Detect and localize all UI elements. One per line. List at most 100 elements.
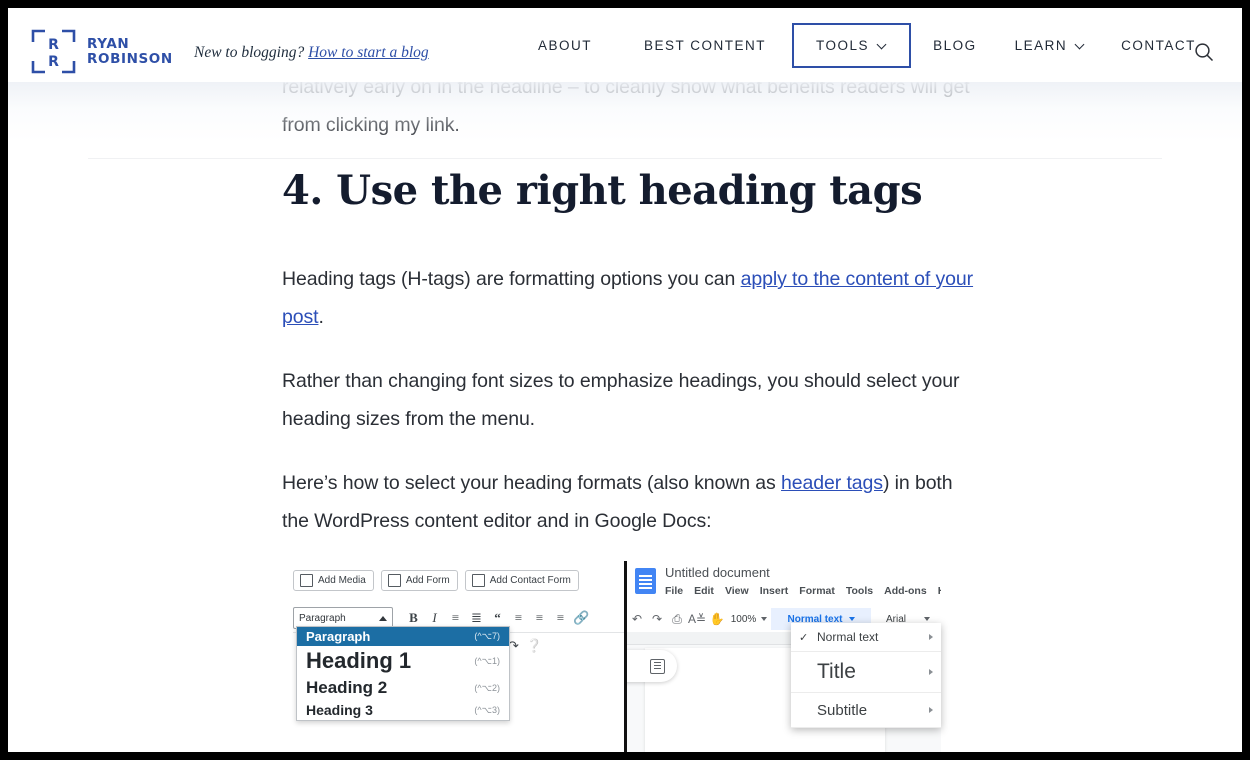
wp-add-contact-form-label: Add Contact Form <box>490 575 571 586</box>
paragraph-1: Heading tags (H-tags) are formatting opt… <box>282 260 982 336</box>
heading-formats-figure: Add Media Add Form Add Contact Form Para… <box>290 561 976 752</box>
align-center-icon[interactable]: ≡ <box>529 610 550 626</box>
wp-dropdown-item-paragraph[interactable]: Paragraph (^⌥7) <box>297 627 509 646</box>
site-header: R R RYAN ROBINSON New to blogging? How t… <box>8 8 1242 82</box>
header-tagline: New to blogging? How to start a blog <box>194 44 429 62</box>
wp-add-contact-form-button[interactable]: Add Contact Form <box>465 570 579 591</box>
wp-dropdown-shortcut: (^⌥2) <box>474 683 500 694</box>
quote-icon[interactable]: “ <box>487 610 508 626</box>
wp-dropdown-item-heading-2[interactable]: Heading 2 (^⌥2) <box>297 676 509 700</box>
submenu-arrow-icon <box>929 707 933 713</box>
gd-menu-edit[interactable]: Edit <box>694 585 714 597</box>
google-docs-icon <box>635 568 656 594</box>
logo-line-2: ROBINSON <box>87 52 173 66</box>
paragraph-3-before: Here’s how to select your heading format… <box>282 472 781 494</box>
caret-up-icon <box>379 616 387 621</box>
nav-label: ABOUT <box>538 38 592 53</box>
nav-item-about[interactable]: ABOUT <box>538 38 592 53</box>
wp-media-buttons: Add Media Add Form Add Contact Form <box>293 570 579 591</box>
wp-dropdown-label: Heading 2 <box>306 678 387 698</box>
logo-wordmark: RYAN ROBINSON <box>87 37 173 65</box>
chevron-down-icon <box>849 617 855 621</box>
how-to-start-a-blog-link[interactable]: How to start a blog <box>308 44 429 61</box>
wp-bold-button[interactable]: B <box>403 610 424 626</box>
wp-dropdown-label: Heading 3 <box>306 702 373 718</box>
wp-dropdown-shortcut: (^⌥1) <box>474 656 500 667</box>
chevron-down-icon <box>878 41 887 50</box>
gd-menu-view[interactable]: View <box>725 585 749 597</box>
help-icon[interactable]: ❔ <box>524 638 545 654</box>
gd-dropdown-item-title[interactable]: Title <box>791 652 941 693</box>
wp-dropdown-label: Paragraph <box>306 629 370 644</box>
paint-format-icon[interactable]: ✋ <box>707 612 727 626</box>
align-right-icon[interactable]: ≡ <box>550 610 571 626</box>
main-navigation: ABOUT BEST CONTENT TOOLS BLOG LEARN CONT… <box>538 8 1242 82</box>
gd-zoom-select[interactable]: 100% <box>727 614 771 625</box>
gd-outline-toggle[interactable] <box>627 650 677 682</box>
align-left-icon[interactable]: ≡ <box>508 610 529 626</box>
wp-add-media-button[interactable]: Add Media <box>293 570 374 591</box>
gd-menu-tools[interactable]: Tools <box>846 585 873 597</box>
outline-icon <box>650 659 665 674</box>
nav-item-learn[interactable]: LEARN <box>1015 38 1086 53</box>
nav-label: BEST CONTENT <box>644 38 766 53</box>
undo-icon[interactable]: ↶ <box>627 612 647 626</box>
wp-add-media-label: Add Media <box>318 575 366 586</box>
wp-add-form-button[interactable]: Add Form <box>381 570 458 591</box>
gd-menu-insert[interactable]: Insert <box>760 585 789 597</box>
gd-document-title[interactable]: Untitled document <box>665 565 770 580</box>
wp-add-form-label: Add Form <box>406 575 450 586</box>
wp-format-dropdown[interactable]: Paragraph (^⌥7) Heading 1 (^⌥1) Heading … <box>296 626 510 721</box>
site-logo[interactable]: R R RYAN ROBINSON <box>31 29 173 74</box>
nav-item-contact[interactable]: CONTACT <box>1121 38 1196 53</box>
gd-right-margin <box>941 561 976 752</box>
tagline-text: New to blogging? <box>194 44 304 61</box>
gd-menu-addons[interactable]: Add-ons <box>884 585 927 597</box>
spellcheck-icon[interactable]: A≚ <box>687 612 707 626</box>
submenu-arrow-icon <box>929 669 933 675</box>
wordpress-editor-screenshot: Add Media Add Form Add Contact Form Para… <box>290 561 624 752</box>
gd-menu-file[interactable]: File <box>665 585 683 597</box>
wp-italic-button[interactable]: I <box>424 610 445 626</box>
bulleted-list-icon[interactable]: ≡ <box>445 610 466 626</box>
gd-dropdown-label: Normal text <box>817 630 929 644</box>
numbered-list-icon[interactable]: ≣ <box>466 610 487 626</box>
wp-dropdown-item-heading-3[interactable]: Heading 3 (^⌥3) <box>297 700 509 720</box>
svg-text:R: R <box>48 54 59 70</box>
gd-menu-bar: File Edit View Insert Format Tools Add-o… <box>665 585 976 597</box>
paragraph-1-before: Heading tags (H-tags) are formatting opt… <box>282 268 741 290</box>
gd-dropdown-item-normal-text[interactable]: ✓ Normal text <box>791 623 941 652</box>
chevron-down-icon <box>761 617 767 621</box>
nav-item-tools[interactable]: TOOLS <box>792 23 911 68</box>
nav-label: BLOG <box>933 38 977 53</box>
paragraph-1-after: . <box>318 306 323 328</box>
chevron-down-icon <box>1076 41 1085 50</box>
header-tags-link[interactable]: header tags <box>781 472 883 494</box>
print-icon[interactable]: ⎙ <box>667 612 687 627</box>
link-icon[interactable]: 🔗 <box>571 610 592 626</box>
nav-item-best-content[interactable]: BEST CONTENT <box>644 38 766 53</box>
nav-label: LEARN <box>1015 38 1068 53</box>
nav-item-blog[interactable]: BLOG <box>933 38 977 53</box>
wp-dropdown-item-heading-1[interactable]: Heading 1 (^⌥1) <box>297 646 509 676</box>
wp-dropdown-label: Heading 1 <box>306 648 411 674</box>
add-form-icon <box>388 574 401 587</box>
svg-text:R: R <box>48 37 59 53</box>
chevron-down-icon <box>924 617 930 621</box>
search-icon[interactable] <box>1193 41 1215 63</box>
redo-icon[interactable]: ↷ <box>647 612 667 626</box>
add-media-icon <box>300 574 313 587</box>
section-divider <box>88 158 1162 159</box>
gd-menu-format[interactable]: Format <box>799 585 835 597</box>
browser-viewport: relatively early on in the headline – to… <box>8 8 1242 752</box>
gd-dropdown-label: Title <box>817 660 929 684</box>
google-docs-screenshot: Untitled document File Edit View Insert … <box>627 561 976 752</box>
wp-format-select-value: Paragraph <box>299 613 346 624</box>
logo-mark-icon: R R <box>31 29 76 74</box>
gd-dropdown-item-subtitle[interactable]: Subtitle <box>791 693 941 728</box>
page-heading: 4. Use the right heading tags <box>282 166 922 216</box>
paragraph-2: Rather than changing font sizes to empha… <box>282 362 982 438</box>
gd-style-dropdown[interactable]: ✓ Normal text Title Subtitle <box>791 623 941 728</box>
logo-line-1: RYAN <box>87 37 173 51</box>
paragraph-3: Here’s how to select your heading format… <box>282 464 982 540</box>
